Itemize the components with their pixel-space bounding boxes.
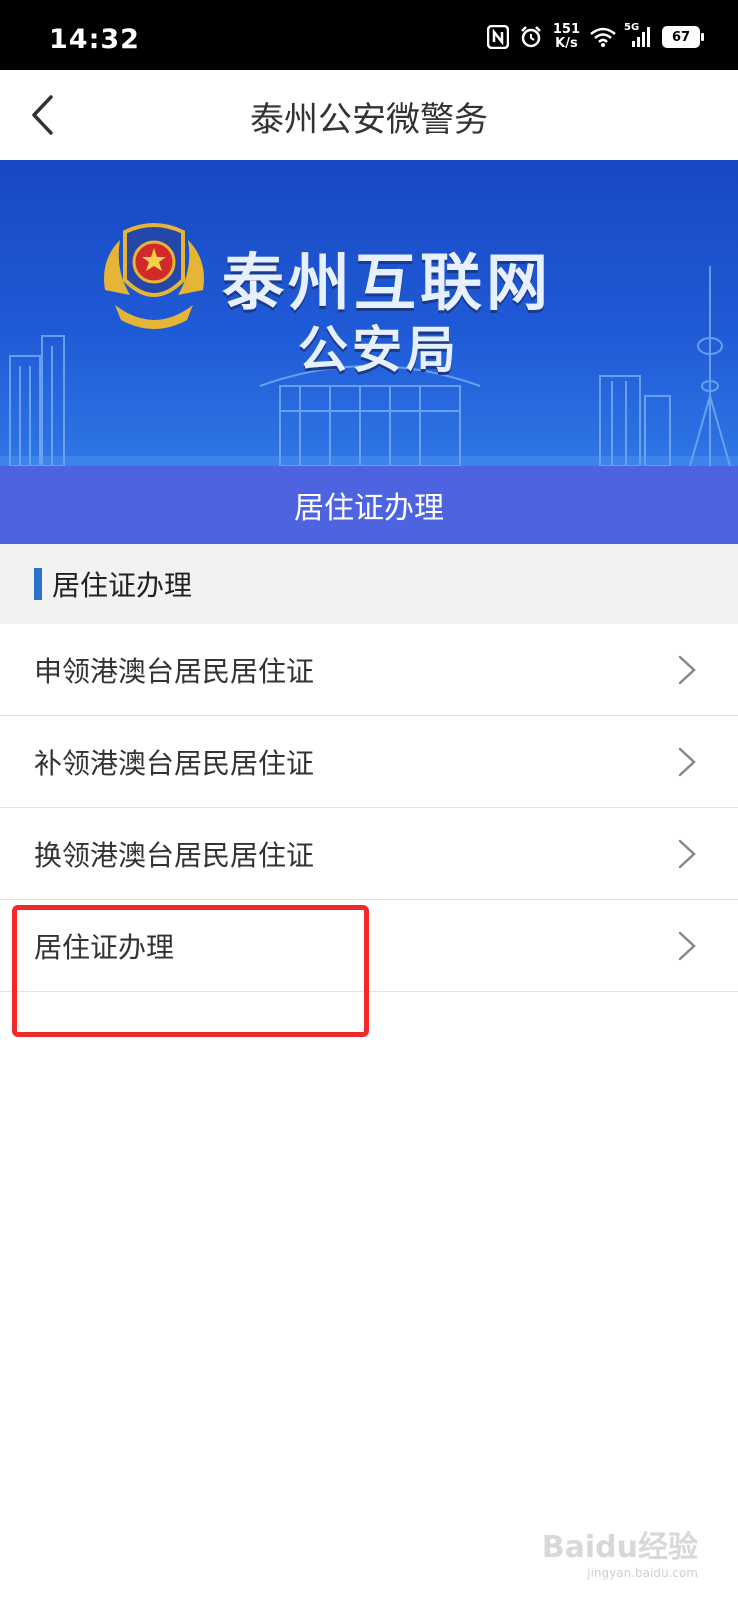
chevron-right-icon [678, 655, 696, 685]
chevron-right-icon [678, 931, 696, 961]
signal-icon: 5G [624, 22, 652, 48]
banner-title-line1: 泰州互联网 [222, 246, 553, 319]
network-type: 5G [624, 22, 640, 33]
nfc-icon [486, 25, 509, 49]
banner: 泰州互联网 公安局 [0, 160, 738, 466]
baidu-jingyan-watermark: Baidu经验 jingyan.baidu.com [542, 1522, 698, 1580]
status-bar: 14:32 151 K/s 5G 67 [0, 0, 738, 70]
chevron-right-icon [678, 747, 696, 777]
banner-title-line2: 公安局 [298, 321, 460, 379]
section-label: 居住证办理 [52, 569, 193, 602]
status-icons: 151 K/s 5G 67 [486, 20, 704, 54]
battery-level: 67 [671, 29, 691, 45]
highlight-annotation-box [12, 905, 369, 1037]
alarm-icon [519, 25, 543, 49]
network-speed: 151 K/s [553, 23, 580, 51]
list-item-label: 换领港澳台居民居住证 [34, 839, 315, 872]
section-header: 居住证办理 [0, 544, 738, 624]
page-title-bar: 居住证办理 [0, 466, 738, 544]
police-emblem-icon [104, 223, 204, 329]
page-title: 居住证办理 [294, 491, 444, 526]
nav-bar: 泰州公安微警务 [0, 70, 738, 160]
speed-value: 151 [552, 22, 580, 37]
list-item-label: 申领港澳台居民居住证 [34, 655, 315, 688]
wifi-icon [590, 27, 616, 47]
watermark-brand: Baidu经验 [541, 1530, 698, 1565]
header-title: 泰州公安微警务 [250, 100, 488, 140]
list-item-apply[interactable]: 申领港澳台居民居住证 [0, 624, 738, 716]
battery-icon: 67 [662, 26, 704, 48]
section-accent-bar [34, 568, 42, 600]
speed-unit: K/s [555, 36, 578, 51]
list-item-label: 补领港澳台居民居住证 [34, 747, 315, 780]
list-item-renew[interactable]: 换领港澳台居民居住证 [0, 808, 738, 900]
list-item-reissue[interactable]: 补领港澳台居民居住证 [0, 716, 738, 808]
chevron-right-icon [678, 839, 696, 869]
status-time: 14:32 [49, 24, 140, 55]
watermark-url: jingyan.baidu.com [587, 1566, 698, 1580]
